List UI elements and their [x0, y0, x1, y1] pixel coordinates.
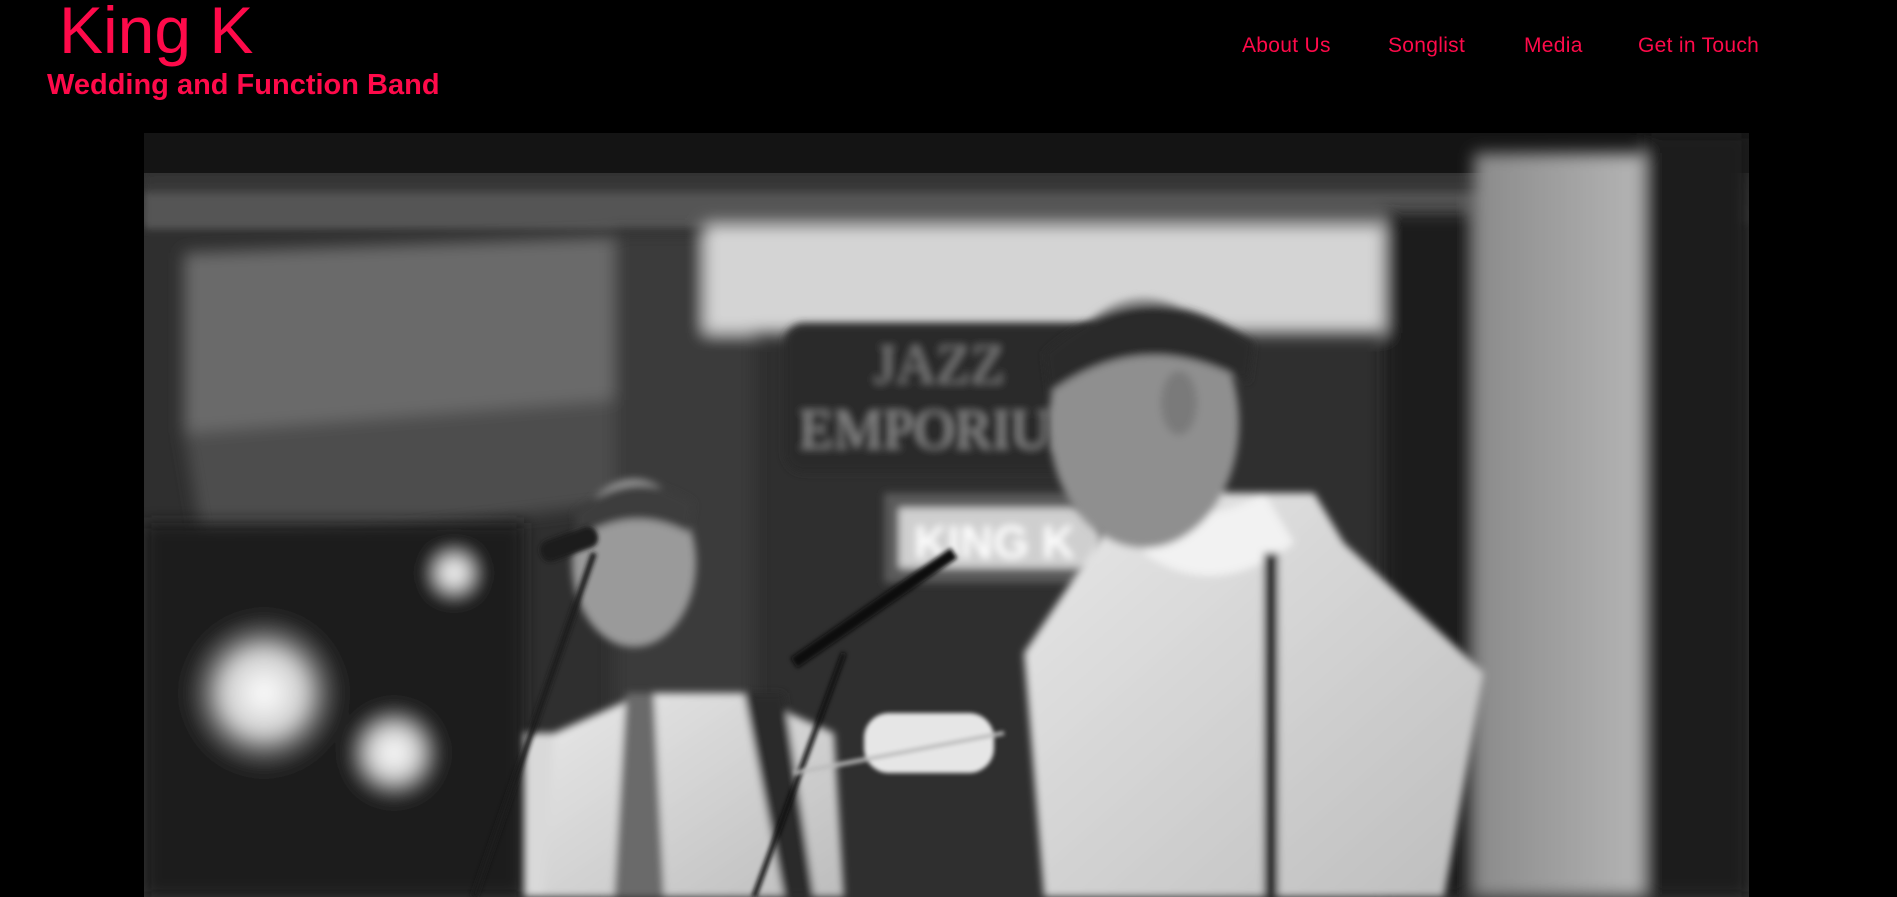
nav-item-songlist[interactable]: Songlist [1388, 32, 1465, 60]
sign-jazz: JAZZ [874, 334, 1005, 396]
site-header: King K Wedding and Function Band About U… [0, 0, 1897, 133]
hero-band-photo: JAZZ EMPORIUM KING K [144, 133, 1749, 897]
nav-item-media[interactable]: Media [1524, 32, 1583, 60]
brand-subtitle: Wedding and Function Band [47, 69, 440, 101]
nav-item-about-us[interactable]: About Us [1242, 32, 1331, 60]
nav-item-get-in-touch[interactable]: Get in Touch [1638, 32, 1759, 60]
hero-video[interactable]: JAZZ EMPORIUM KING K [144, 133, 1749, 897]
brand-title[interactable]: King K [59, 0, 253, 68]
